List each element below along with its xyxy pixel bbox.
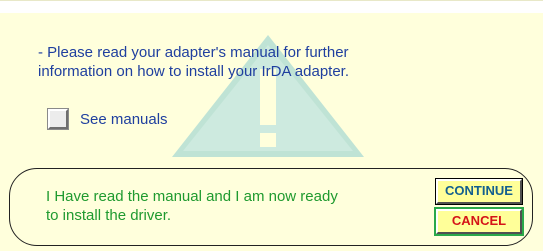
see-manuals-checkbox-row[interactable]: See manuals bbox=[47, 108, 168, 130]
instructions-text: - Please read your adapter's manual for … bbox=[38, 44, 350, 80]
confirm-text: I Have read the manual and I am now read… bbox=[46, 188, 338, 224]
continue-button[interactable]: CONTINUE bbox=[435, 178, 523, 205]
install-dialog: - Please read your adapter's manual for … bbox=[0, 0, 543, 251]
see-manuals-checkbox[interactable] bbox=[47, 108, 69, 130]
confirm-panel: I Have read the manual and I am now read… bbox=[9, 168, 533, 246]
top-strip bbox=[0, 1, 543, 13]
cancel-button[interactable]: CANCEL bbox=[434, 207, 524, 236]
see-manuals-label[interactable]: See manuals bbox=[80, 111, 168, 128]
